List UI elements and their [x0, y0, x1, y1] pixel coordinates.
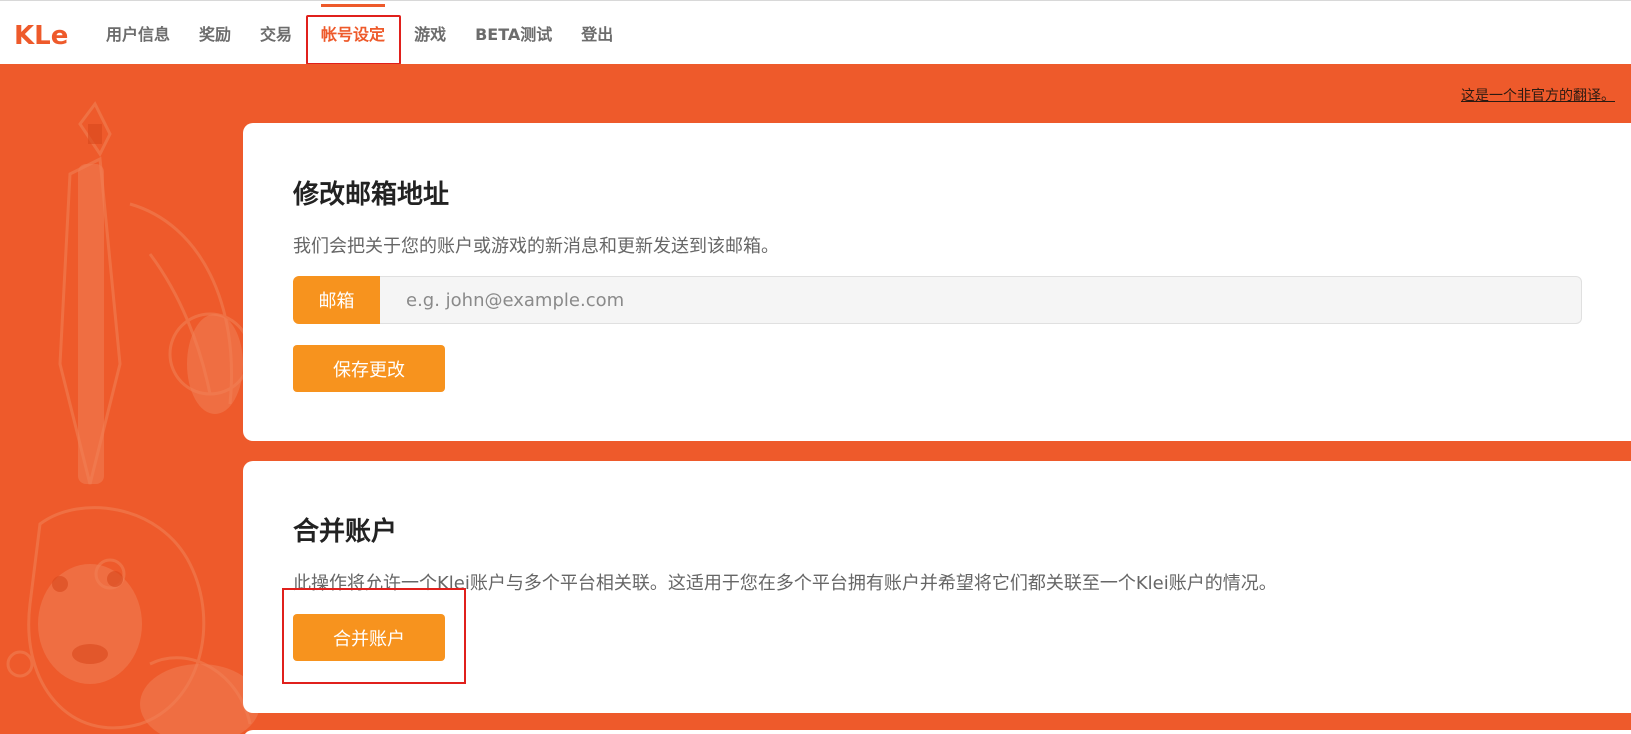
- unofficial-translation-link[interactable]: 这是一个非官方的翻译。: [1461, 85, 1631, 105]
- email-input-label: 邮箱: [293, 276, 380, 324]
- save-changes-button[interactable]: 保存更改: [293, 345, 445, 392]
- email-field[interactable]: [380, 276, 1582, 324]
- top-navigation-bar: KLei 用户信息 奖励 交易 帐号设定 游戏 BETA测试 登出: [0, 0, 1631, 65]
- nav-item-games[interactable]: 游戏: [414, 1, 446, 65]
- merge-accounts-title: 合并账户: [293, 517, 398, 547]
- logo-text: KLei: [14, 21, 68, 49]
- main-nav: 用户信息 奖励 交易 帐号设定 游戏 BETA测试 登出: [106, 1, 642, 65]
- merge-accounts-button[interactable]: 合并账户: [293, 614, 445, 661]
- merge-accounts-card: 合并账户 此操作将允许一个Klei账户与多个平台相关联。这适用于您在多个平台拥有…: [243, 461, 1631, 713]
- change-email-title: 修改邮箱地址: [293, 180, 450, 210]
- merge-accounts-description: 此操作将允许一个Klei账户与多个平台相关联。这适用于您在多个平台拥有账户并希望…: [293, 573, 1277, 594]
- change-email-card: 修改邮箱地址 我们会把关于您的账户或游戏的新消息和更新发送到该邮箱。 邮箱 保存…: [243, 123, 1631, 441]
- change-email-description: 我们会把关于您的账户或游戏的新消息和更新发送到该邮箱。: [293, 236, 779, 257]
- klei-logo[interactable]: KLei: [14, 19, 68, 49]
- email-input-group: 邮箱: [293, 276, 1582, 324]
- nav-item-beta[interactable]: BETA测试: [475, 1, 552, 65]
- next-section-card: [243, 730, 1631, 734]
- nav-item-user-info[interactable]: 用户信息: [106, 1, 170, 65]
- nav-item-rewards[interactable]: 奖励: [199, 1, 231, 65]
- nav-item-account-settings[interactable]: 帐号设定: [306, 1, 402, 65]
- nav-item-trade[interactable]: 交易: [260, 1, 292, 65]
- nav-item-logout[interactable]: 登出: [581, 1, 613, 65]
